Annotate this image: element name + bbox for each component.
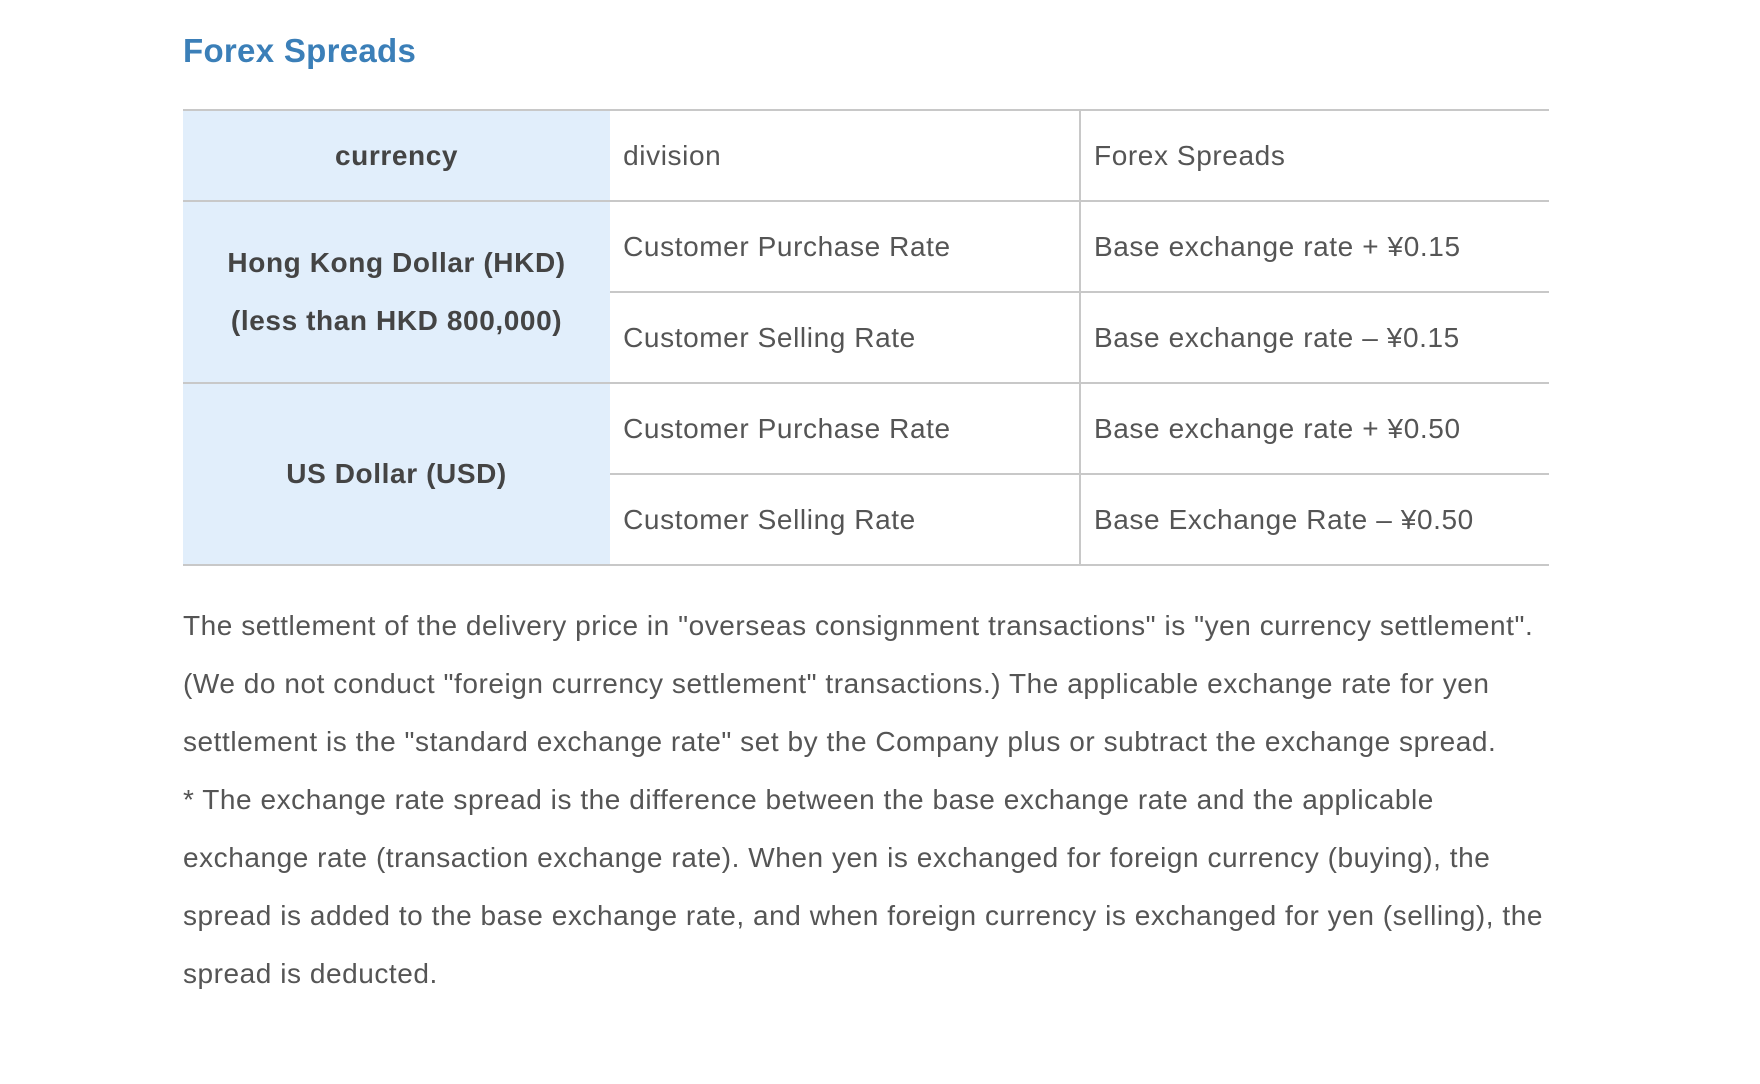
spread-cell: Base exchange rate – ¥0.15 xyxy=(1079,291,1549,384)
table-row: Hong Kong Dollar (HKD) (less than HKD 80… xyxy=(183,200,1549,384)
division-cell: Customer Selling Rate xyxy=(610,291,1081,384)
spread-cell: Base exchange rate + ¥0.15 xyxy=(1079,200,1549,293)
section-title: Forex Spreads xyxy=(183,32,417,69)
currency-cell-usd: US Dollar (USD) xyxy=(183,382,611,566)
spread-cell: Base exchange rate + ¥0.50 xyxy=(1079,382,1549,475)
spread-footnote: * The exchange rate spread is the differ… xyxy=(183,784,1544,989)
currency-note: (less than HKD 800,000) xyxy=(230,305,563,336)
settlement-paragraph: The settlement of the delivery price in … xyxy=(183,610,1534,757)
table-header-row: currency division Forex Spreads xyxy=(183,109,1549,202)
division-cell: Customer Purchase Rate xyxy=(610,200,1081,293)
currency-name: Hong Kong Dollar (HKD) xyxy=(227,247,566,278)
division-cell: Customer Purchase Rate xyxy=(610,382,1081,475)
currency-name: US Dollar (USD) xyxy=(286,458,507,489)
table-row: US Dollar (USD) Customer Purchase Rate B… xyxy=(183,382,1549,566)
currency-cell-hkd: Hong Kong Dollar (HKD) (less than HKD 80… xyxy=(183,200,611,384)
settlement-notes: The settlement of the delivery price in … xyxy=(183,597,1553,1003)
header-currency: currency xyxy=(183,109,611,202)
header-forex-spreads: Forex Spreads xyxy=(1079,109,1549,202)
division-cell: Customer Selling Rate xyxy=(610,473,1081,566)
forex-spreads-table: currency division Forex Spreads Hong Kon… xyxy=(183,109,1549,566)
header-division: division xyxy=(610,109,1081,202)
spread-cell: Base Exchange Rate – ¥0.50 xyxy=(1079,473,1549,566)
